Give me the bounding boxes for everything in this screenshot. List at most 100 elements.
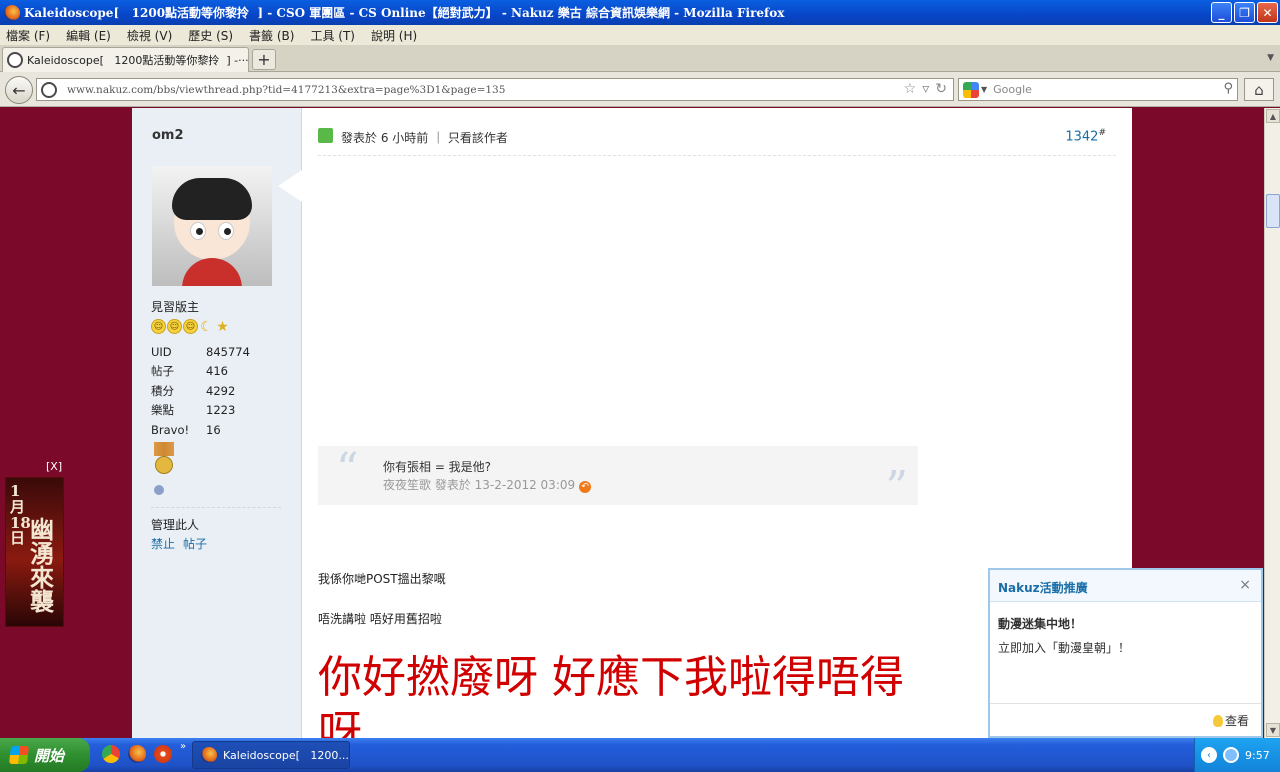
search-bar[interactable]: ▼ Google ⚲ xyxy=(958,78,1238,101)
popup-close-button[interactable]: × xyxy=(1239,577,1251,593)
site-identity-icon[interactable] xyxy=(41,81,57,98)
search-placeholder: Google xyxy=(993,83,1032,96)
menu-history[interactable]: 歷史 (S) xyxy=(188,27,233,44)
quick-launch: » xyxy=(102,741,186,763)
jump-to-post-icon[interactable]: ↶ xyxy=(579,481,592,493)
close-quote-icon: ” xyxy=(885,462,909,513)
menu-bookmarks[interactable]: 書籤 (B) xyxy=(249,27,294,44)
stat-points: 積分 4292 xyxy=(151,383,236,398)
search-icon[interactable]: ⚲ xyxy=(1223,81,1233,96)
bookmark-star-icon[interactable]: ☆ xyxy=(904,81,917,97)
taskbar: 開始 » Kaleidoscope[ 1200... ‹ 9:57 xyxy=(0,738,1280,772)
menu-help[interactable]: 說明 (H) xyxy=(371,27,417,44)
tab-bar: Kaleidoscope[ 1200點活動等你黎拎 ] -··· + ▼ xyxy=(0,45,1280,72)
post-big-red-text: 你好撚廢呀 好應下我啦得唔得呀 xyxy=(318,652,904,738)
search-engine-dropdown-icon[interactable]: ▼ xyxy=(981,85,987,94)
manage-links: 禁止 帖子 xyxy=(151,535,207,552)
stat-posts: 帖子 416 xyxy=(151,364,228,379)
windows-logo-icon xyxy=(9,746,29,764)
back-button[interactable]: ← xyxy=(5,76,33,104)
post-meta[interactable]: 發表於 6 小時前 ｜ 只看該作者 xyxy=(341,129,508,146)
clock[interactable]: 9:57 xyxy=(1245,749,1270,762)
username[interactable]: om2 xyxy=(152,128,184,143)
new-tab-button[interactable]: + xyxy=(252,49,276,70)
tray-expand-icon[interactable]: ‹ xyxy=(1201,747,1217,763)
stat-uid: UID 845774 xyxy=(151,344,250,359)
window-controls: _ ❐ ✕ xyxy=(1211,2,1278,23)
tab-active[interactable]: Kaleidoscope[ 1200點活動等你黎拎 ] -··· xyxy=(2,47,249,72)
avatar-pointer xyxy=(278,170,302,202)
scrollbar-thumb[interactable] xyxy=(1266,194,1280,228)
taskbar-item-firefox[interactable]: Kaleidoscope[ 1200... xyxy=(192,741,350,769)
firefox-icon[interactable] xyxy=(128,745,146,763)
url-bar[interactable]: www.nakuz.com/bbs/viewthread.php?tid=417… xyxy=(36,78,954,101)
system-tray: ‹ 9:57 xyxy=(1194,738,1280,772)
menu-bar: 檔案 (F) 編輯 (E) 檢視 (V) 歷史 (S) 書籤 (B) 工具 (T… xyxy=(0,25,1280,45)
divider xyxy=(151,507,281,508)
menu-tools[interactable]: 工具 (T) xyxy=(310,27,355,44)
window-title: Kaleidoscope[ 1200點活動等你黎拎 ] - CSO 軍團區 - … xyxy=(24,6,785,20)
firefox-icon xyxy=(201,747,217,763)
menu-edit[interactable]: 編輯 (E) xyxy=(66,27,111,44)
side-ad-banner[interactable]: 1月18日 幽湧來襲 xyxy=(5,477,64,627)
popup-header: Nakuz活動推廣 × xyxy=(990,570,1261,602)
quote-text: 你有張相 = 我是他? xyxy=(383,460,492,474)
medal-icon[interactable] xyxy=(154,442,174,476)
navigation-bar: ← www.nakuz.com/bbs/viewthread.php?tid=4… xyxy=(0,72,1280,107)
popup-subtitle: 動漫迷集中地！ xyxy=(998,617,1083,631)
start-button[interactable]: 開始 xyxy=(0,738,90,772)
minimize-button[interactable]: _ xyxy=(1211,2,1232,23)
ad-date: 1月18日 xyxy=(10,482,31,548)
stat-credits: 樂點 1223 xyxy=(151,403,236,418)
smiley-icon: ☺ xyxy=(151,319,166,334)
ban-link[interactable]: 禁止 xyxy=(151,535,175,552)
ad-title: 幽湧來襲 xyxy=(30,515,54,616)
tab-label: Kaleidoscope[ 1200點活動等你黎拎 ] -··· xyxy=(27,54,249,67)
star-icon: ★ xyxy=(216,318,229,335)
scroll-down-arrow-icon[interactable]: ▼ xyxy=(1266,723,1280,737)
browser-icon[interactable] xyxy=(154,745,172,763)
network-icon[interactable] xyxy=(1223,747,1239,763)
manage-user-label: 管理此人 xyxy=(151,518,200,532)
badge-icon[interactable] xyxy=(154,485,164,495)
quote-block: “ 你有張相 = 我是他? 夜夜笙歌 發表於 13-2-2012 03:09 ↶ … xyxy=(318,444,918,510)
scroll-up-arrow-icon[interactable]: ▲ xyxy=(1266,109,1280,123)
menu-file[interactable]: 檔案 (F) xyxy=(6,27,50,44)
popup-footer-divider xyxy=(990,703,1261,704)
vertical-scrollbar[interactable]: ▲ ▼ xyxy=(1264,108,1280,738)
popup-view-link[interactable]: 查看 xyxy=(1212,712,1249,729)
ad-close-button[interactable]: [X] xyxy=(46,460,62,473)
quick-launch-more-icon[interactable]: » xyxy=(180,741,186,763)
tab-list-arrow-icon[interactable]: ▼ xyxy=(1267,53,1274,63)
posts-link[interactable]: 帖子 xyxy=(183,535,207,552)
post-text-line: 唔洗講啦 唔好用舊招啦 xyxy=(318,612,442,626)
title-bar: Kaleidoscope[ 1200點活動等你黎拎 ] - CSO 軍團區 - … xyxy=(0,0,1280,25)
close-button[interactable]: ✕ xyxy=(1257,2,1278,23)
post-header: 發表於 6 小時前 ｜ 只看該作者 1342# xyxy=(318,126,1116,156)
menu-view[interactable]: 檢視 (V) xyxy=(127,27,172,44)
home-button[interactable]: ⌂ xyxy=(1244,78,1274,101)
online-status-icon xyxy=(318,128,333,143)
moon-icon: ☾ xyxy=(200,318,213,335)
lightbulb-icon xyxy=(1212,714,1223,727)
open-quote-icon: “ xyxy=(336,444,359,495)
firefox-icon xyxy=(4,4,20,21)
restore-button[interactable]: ❐ xyxy=(1234,2,1255,23)
popup-title: Nakuz活動推廣 xyxy=(998,581,1088,595)
history-dropdown-icon[interactable]: ▿ xyxy=(922,81,929,97)
user-stats: UID 845774 帖子 416 積分 4292 樂點 1223 Bravo! 16 xyxy=(151,342,281,440)
stat-bravo: Bravo! 16 xyxy=(151,422,221,437)
popup-body: 立即加入「動漫皇朝」！ xyxy=(998,641,1131,655)
chrome-icon[interactable] xyxy=(102,745,120,763)
smiley-icon: ☺ xyxy=(167,319,182,334)
quote-source: 夜夜笙歌 發表於 13-2-2012 03:09 ↶ xyxy=(383,476,592,493)
google-icon[interactable] xyxy=(963,81,979,98)
site-favicon-icon xyxy=(7,52,23,68)
post-number[interactable]: 1342# xyxy=(1065,128,1106,144)
promo-popup: Nakuz活動推廣 × 動漫迷集中地！ 立即加入「動漫皇朝」！ 查看 xyxy=(988,568,1263,738)
reload-icon[interactable]: ↻ xyxy=(935,81,947,97)
post-text-line: 我係你哋POST搵出黎嘅 xyxy=(318,572,446,586)
url-text: www.nakuz.com/bbs/viewthread.php?tid=417… xyxy=(67,83,506,96)
smiley-icon: ☺ xyxy=(183,319,198,334)
avatar[interactable] xyxy=(152,166,272,286)
